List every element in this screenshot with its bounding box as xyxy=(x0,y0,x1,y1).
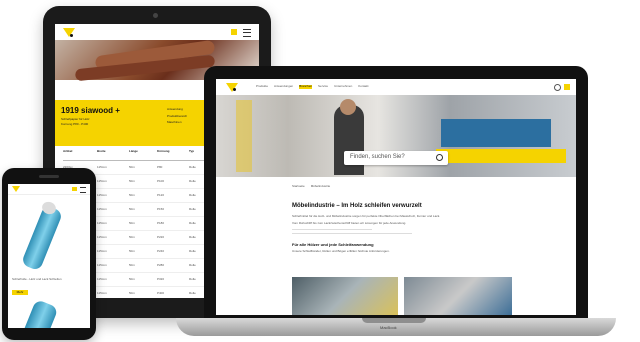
machine-column xyxy=(236,100,252,172)
menu-icon[interactable] xyxy=(243,29,251,37)
article-paragraph: Unsere Schleifbänder, Rollen und Bögen e… xyxy=(292,249,390,254)
table-cell: 50m xyxy=(129,234,135,239)
table-header-cell: Artikel xyxy=(63,149,73,153)
nav-item[interactable]: Produkte xyxy=(256,84,268,89)
table-cell: 115mm xyxy=(97,178,107,183)
product-title: 1919 siawood + xyxy=(61,106,120,115)
nav-item[interactable]: Unternehmen xyxy=(334,84,352,89)
search-icon[interactable] xyxy=(554,84,561,91)
table-cell: 50m xyxy=(129,220,135,225)
nav-item[interactable]: Kontakt xyxy=(358,84,368,89)
table-cell: P100 xyxy=(157,178,165,183)
table-cell: 115mm xyxy=(97,192,107,197)
table-cell: 115mm xyxy=(97,276,107,281)
phone-speaker xyxy=(39,175,59,178)
table-cell: 115mm xyxy=(97,220,107,225)
nav-item[interactable]: Anwendungen xyxy=(274,84,293,89)
phone-logo xyxy=(12,186,20,192)
page-title: Möbelindustrie – Im Holz schleifen verwu… xyxy=(292,203,422,209)
machine-yellow-bar xyxy=(436,149,566,163)
site-logo-dot xyxy=(233,88,236,91)
menu-icon[interactable] xyxy=(80,187,86,193)
table-cell: P240 xyxy=(157,248,165,253)
laptop-notch xyxy=(362,318,426,323)
nav-item[interactable]: Branchen xyxy=(299,84,313,89)
laptop-brand-label: MacBook xyxy=(380,325,397,330)
cart-icon[interactable] xyxy=(231,29,237,35)
sanding-roll-product xyxy=(21,298,59,328)
table-cell: 50m xyxy=(129,248,135,253)
main-nav: Produkte Anwendungen Branchen Service Untern… xyxy=(256,84,368,89)
table-cell: P180 xyxy=(157,220,165,225)
table-cell: P80 xyxy=(157,164,163,169)
breadcrumb-item[interactable]: Startseite xyxy=(292,184,305,189)
table-header-cell: Länge xyxy=(129,149,138,153)
machine-panel xyxy=(441,119,551,147)
table-cell: 115mm xyxy=(97,206,107,211)
table-cell: 50m xyxy=(129,192,135,197)
table-cell: 115mm xyxy=(97,164,107,169)
phone-device: Schleifrolle - Holz und Lack Schleifen M… xyxy=(2,168,96,340)
table-cell: 115mm xyxy=(97,262,107,267)
table-cell: 50m xyxy=(129,206,135,211)
article-content: Möbelindustrie – Im Holz schleifen verwu… xyxy=(292,203,512,254)
laptop-navbar: Produkte Anwendungen Branchen Service Untern… xyxy=(216,79,576,96)
table-cell: 115mm xyxy=(97,234,107,239)
table-cell: 50m xyxy=(129,178,135,183)
sanding-roll-product xyxy=(20,204,64,272)
breadcrumb: Startseite Möbelindustrie xyxy=(292,184,331,189)
table-cell: 50m xyxy=(129,290,135,295)
laptop-hero-image: Finden, suchen Sie? xyxy=(216,95,576,177)
search-input[interactable]: Finden, suchen Sie? xyxy=(350,154,405,160)
product-caption: Schleifrolle - Holz und Lack Schleifen xyxy=(12,277,62,281)
laptop-device: Produkte Anwendungen Branchen Service Untern… xyxy=(204,66,588,320)
tablet-camera xyxy=(153,13,158,18)
hero-search-box[interactable]: Finden, suchen Sie? xyxy=(344,151,448,165)
tablet-logo xyxy=(63,28,75,37)
breadcrumb-item: Möbelindustrie xyxy=(310,184,331,188)
more-button[interactable]: Mehr xyxy=(12,290,28,295)
table-cell: 115mm xyxy=(97,290,107,295)
table-cell: P150 xyxy=(157,206,165,211)
site-logo[interactable] xyxy=(226,83,238,92)
divider xyxy=(292,233,412,235)
content-image xyxy=(292,277,398,315)
content-image xyxy=(404,277,512,315)
table-cell: 50m xyxy=(129,276,135,281)
article-paragraph: Vom Rohschliff bis zum Lackzwischenschli… xyxy=(292,220,407,225)
section-heading: Für alle Hölzer und jede Schleifanwendun… xyxy=(292,242,374,248)
table-header-cell: Körnung xyxy=(157,149,170,153)
table-cell: 115mm xyxy=(97,248,107,253)
laptop-screen: Produkte Anwendungen Branchen Service Untern… xyxy=(216,79,576,315)
table-header-cell: Breite xyxy=(97,149,106,153)
table-cell: P120 xyxy=(157,192,165,197)
cart-icon[interactable] xyxy=(564,84,570,90)
table-cell: 50m xyxy=(129,262,135,267)
cart-icon[interactable] xyxy=(72,187,77,191)
table-cell: 50m xyxy=(129,164,135,169)
table-cell: P280 xyxy=(157,262,165,267)
table-cell: P400 xyxy=(157,290,165,295)
divider xyxy=(292,229,372,231)
search-icon[interactable] xyxy=(436,154,443,161)
product-subtitle-2: Kornung P80 - P400 xyxy=(61,122,89,126)
phone-header xyxy=(8,184,90,195)
tablet-header xyxy=(55,24,259,40)
phone-screen: Schleifrolle - Holz und Lack Schleifen M… xyxy=(8,184,90,328)
nav-item[interactable]: Service xyxy=(318,84,328,89)
article-paragraph: Schleifmittel für die Holz- und Möbelind… xyxy=(292,214,441,218)
table-cell: P220 xyxy=(157,234,165,239)
tablet-logo-dot xyxy=(70,34,73,37)
worker-head xyxy=(340,99,356,115)
table-cell: P320 xyxy=(157,276,165,281)
